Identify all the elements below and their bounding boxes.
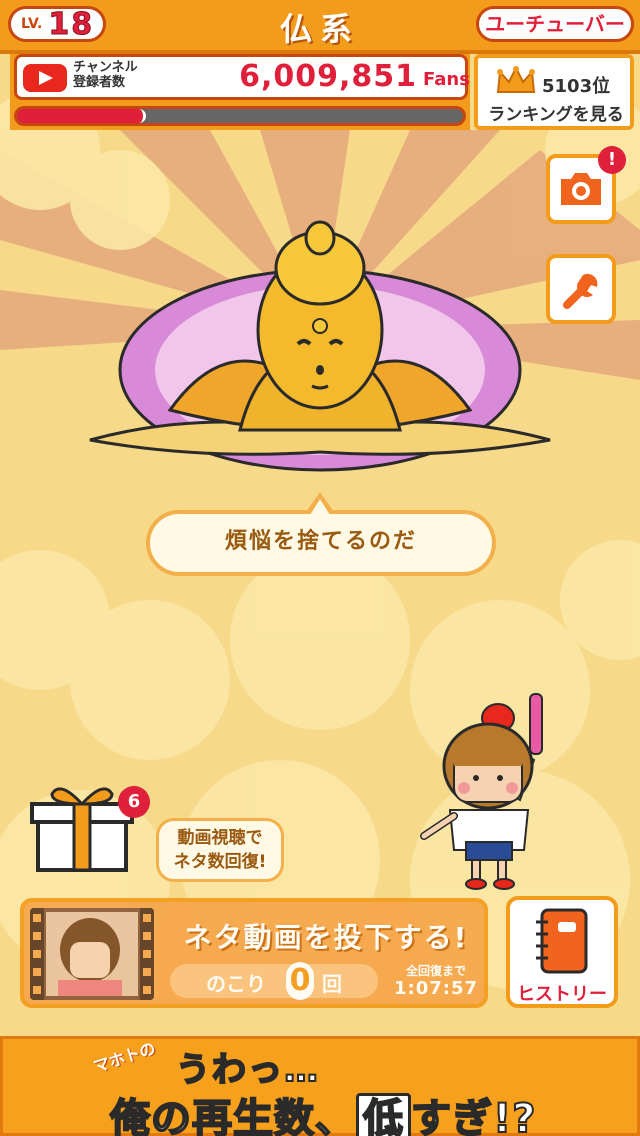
player-title: 仏系 (279, 10, 360, 48)
gift-box-icon[interactable] (30, 780, 134, 876)
ad-headline-highlight: 低 (356, 1093, 411, 1136)
ad-headline-pre: 俺の再生数、 (109, 1095, 356, 1136)
subscriber-count: 6,009,851 (239, 59, 417, 94)
film-strip-icon (30, 908, 154, 1000)
gift-count-badge: 6 (118, 786, 150, 818)
video-thumbnail (30, 908, 154, 1000)
upload-title: ネタ動画を投下する! (183, 921, 469, 954)
level-progress-fill (17, 109, 147, 123)
upload-video-button[interactable]: ネタ動画を投下する! のこり 0 回 全回復まで 1:07:57 (20, 898, 488, 1008)
subscriber-label: チャンネル 登録者数 (73, 60, 153, 90)
gift-hint-line2: ネタ数回復! (173, 852, 267, 872)
level-progress-bar (14, 106, 466, 126)
history-label: ヒストリー (517, 984, 607, 1005)
wrench-icon (563, 273, 598, 309)
ad-headline: 俺の再生数、低すぎ!? (109, 1086, 537, 1136)
buddha-character (89, 220, 551, 472)
history-button[interactable]: ヒストリー (506, 896, 618, 1008)
subscriber-label-line2: 登録者数 (73, 75, 126, 90)
ad-exclaim-text: うわっ… (175, 1049, 320, 1091)
job-badge: ユーチューバー (476, 6, 634, 42)
subscriber-unit: Fans (423, 69, 470, 90)
camera-notification-badge: ! (598, 146, 626, 174)
remaining-suffix: 回 (322, 972, 342, 996)
top-header: LV. 18 仏系 ユーチューバー (0, 0, 640, 54)
crown-icon (496, 66, 536, 93)
remaining-prefix: のこり (206, 972, 266, 996)
camera-icon (561, 173, 601, 205)
ad-banner[interactable]: マホトの うわっ… 俺の再生数、低すぎ!? (0, 1036, 640, 1136)
subscriber-label-line1: チャンネル (73, 60, 138, 75)
gift-hint-bubble: 動画視聴で ネタ数回復! (156, 818, 284, 882)
recover-timer: 1:07:57 (393, 978, 479, 999)
ad-headline-post: すぎ!? (410, 1095, 537, 1136)
notebook-icon (536, 908, 588, 974)
ranking-label: ランキングを見る (488, 105, 624, 125)
level-badge: LV. 18 (8, 6, 106, 42)
buddha-speech-bubble: 煩悩を捨てるのだ (146, 510, 496, 576)
remaining-count-box: のこり 0 回 (170, 962, 378, 1000)
remaining-count: 0 (286, 962, 314, 1000)
ranking-position: 5103位 (542, 76, 611, 97)
speech-bubble-tip-inner (310, 499, 330, 515)
recover-label: 全回復まで (405, 964, 466, 978)
subscriber-panel: チャンネル 登録者数 6,009,851 Fans (10, 54, 470, 130)
girl-character[interactable] (420, 690, 560, 890)
level-prefix: LV. (21, 16, 43, 32)
gift-hint-line1: 動画視聴で (177, 828, 263, 848)
level-number: 18 (48, 6, 95, 42)
ranking-button[interactable]: 5103位 ランキングを見る (474, 54, 634, 130)
subscriber-box: チャンネル 登録者数 6,009,851 Fans (14, 54, 470, 100)
youtube-icon (23, 64, 67, 92)
